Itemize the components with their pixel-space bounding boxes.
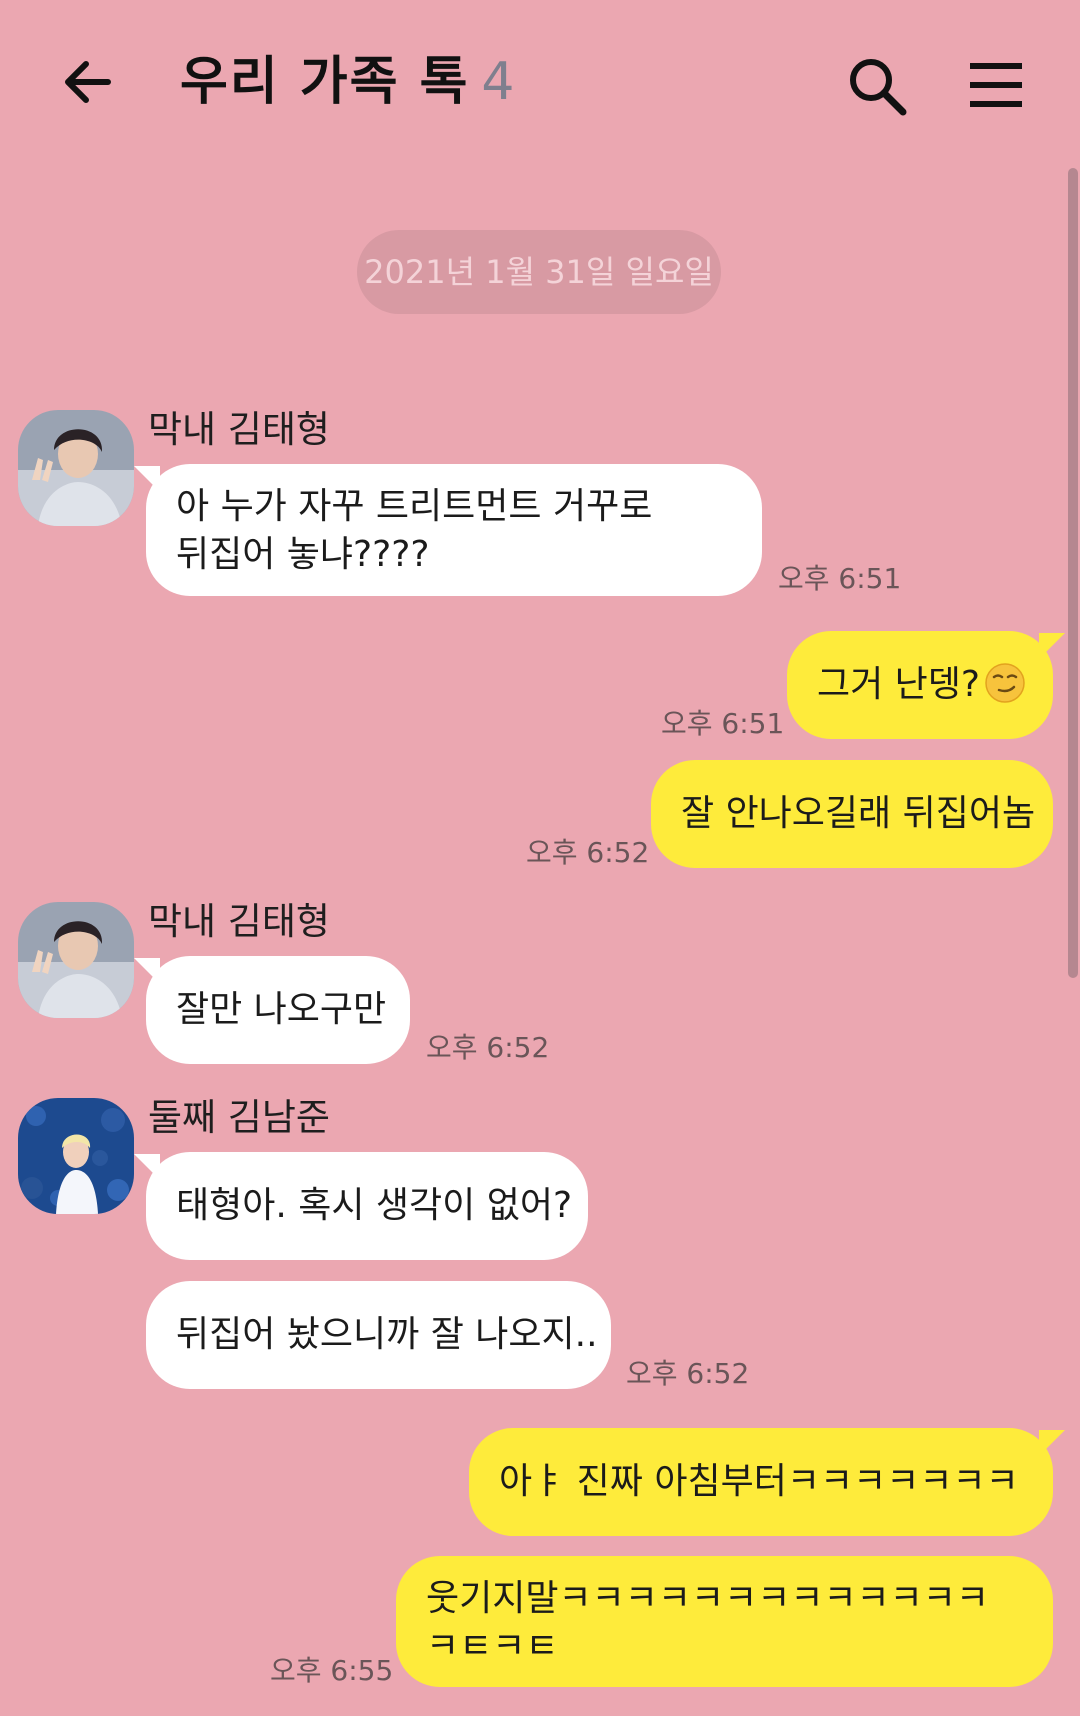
member-count: 4 [481, 52, 517, 112]
date-divider: 2021년 1월 31일 일요일 [357, 230, 721, 314]
message-bubble-outgoing[interactable]: 그거 난뎅? [787, 631, 1065, 739]
message-text: 잘 안나오길래 뒤집어놈 [681, 793, 1036, 834]
back-arrow-icon[interactable] [58, 52, 118, 112]
message-bubble-incoming[interactable]: 잘만 나오구만 [134, 956, 410, 1064]
smirk-face-icon [984, 662, 1026, 704]
chat-title: 우리 가족 톡4 [180, 50, 517, 114]
message-time: 오후 6:51 [661, 707, 785, 740]
message-text: 뒤집어 놓냐???? [176, 534, 430, 575]
avatar[interactable] [18, 902, 134, 1018]
message-text: 뒤집어 놨으니까 잘 나오지.. [176, 1314, 598, 1355]
message-text: 웃기지말ㅋㅋㅋㅋㅋㅋㅋㅋㅋㅋㅋㅋㅋ [426, 1578, 990, 1619]
sender-name: 막내 김태형 [148, 408, 330, 451]
message-bubble-incoming[interactable]: 아 누가 자꾸 트리트먼트 거꾸로 뒤집어 놓냐???? [134, 464, 762, 596]
message-bubble-outgoing[interactable]: 아ㅑ 진짜 아침부터ㅋㅋㅋㅋㅋㅋㅋ [469, 1428, 1065, 1536]
message-time: 오후 6:55 [270, 1654, 394, 1687]
message-time: 오후 6:52 [526, 836, 650, 869]
message-bubble-outgoing[interactable]: 웃기지말ㅋㅋㅋㅋㅋㅋㅋㅋㅋㅋㅋㅋㅋ ㅋㅌㅋㅌ [396, 1556, 1053, 1687]
message-text: 잘만 나오구만 [176, 989, 387, 1030]
message-bubble-outgoing[interactable]: 잘 안나오길래 뒤집어놈 [651, 760, 1053, 868]
message-time: 오후 6:52 [626, 1357, 750, 1390]
scrollbar[interactable] [1068, 168, 1078, 978]
message-time: 오후 6:51 [778, 562, 902, 595]
menu-icon[interactable] [968, 60, 1024, 110]
message-text: 태형아. 혹시 생각이 없어? [176, 1185, 573, 1226]
message-text: 아ㅑ 진짜 아침부터ㅋㅋㅋㅋㅋㅋㅋ [499, 1461, 1019, 1502]
avatar[interactable] [18, 1098, 134, 1214]
chat-header: 우리 가족 톡4 [0, 0, 1080, 170]
sender-name: 막내 김태형 [148, 900, 330, 943]
search-icon[interactable] [845, 54, 909, 118]
message-text: 그거 난뎅? [817, 664, 981, 705]
message-bubble-incoming[interactable]: 태형아. 혹시 생각이 없어? [134, 1152, 588, 1260]
chat-room-name: 우리 가족 톡 [180, 52, 470, 112]
sender-name: 둘째 김남준 [148, 1096, 330, 1139]
message-bubble-incoming[interactable]: 뒤집어 놨으니까 잘 나오지.. [146, 1281, 611, 1389]
message-text: 아 누가 자꾸 트리트먼트 거꾸로 [176, 486, 653, 527]
message-text: ㅋㅌㅋㅌ [426, 1626, 559, 1667]
avatar[interactable] [18, 410, 134, 526]
message-time: 오후 6:52 [426, 1031, 550, 1064]
